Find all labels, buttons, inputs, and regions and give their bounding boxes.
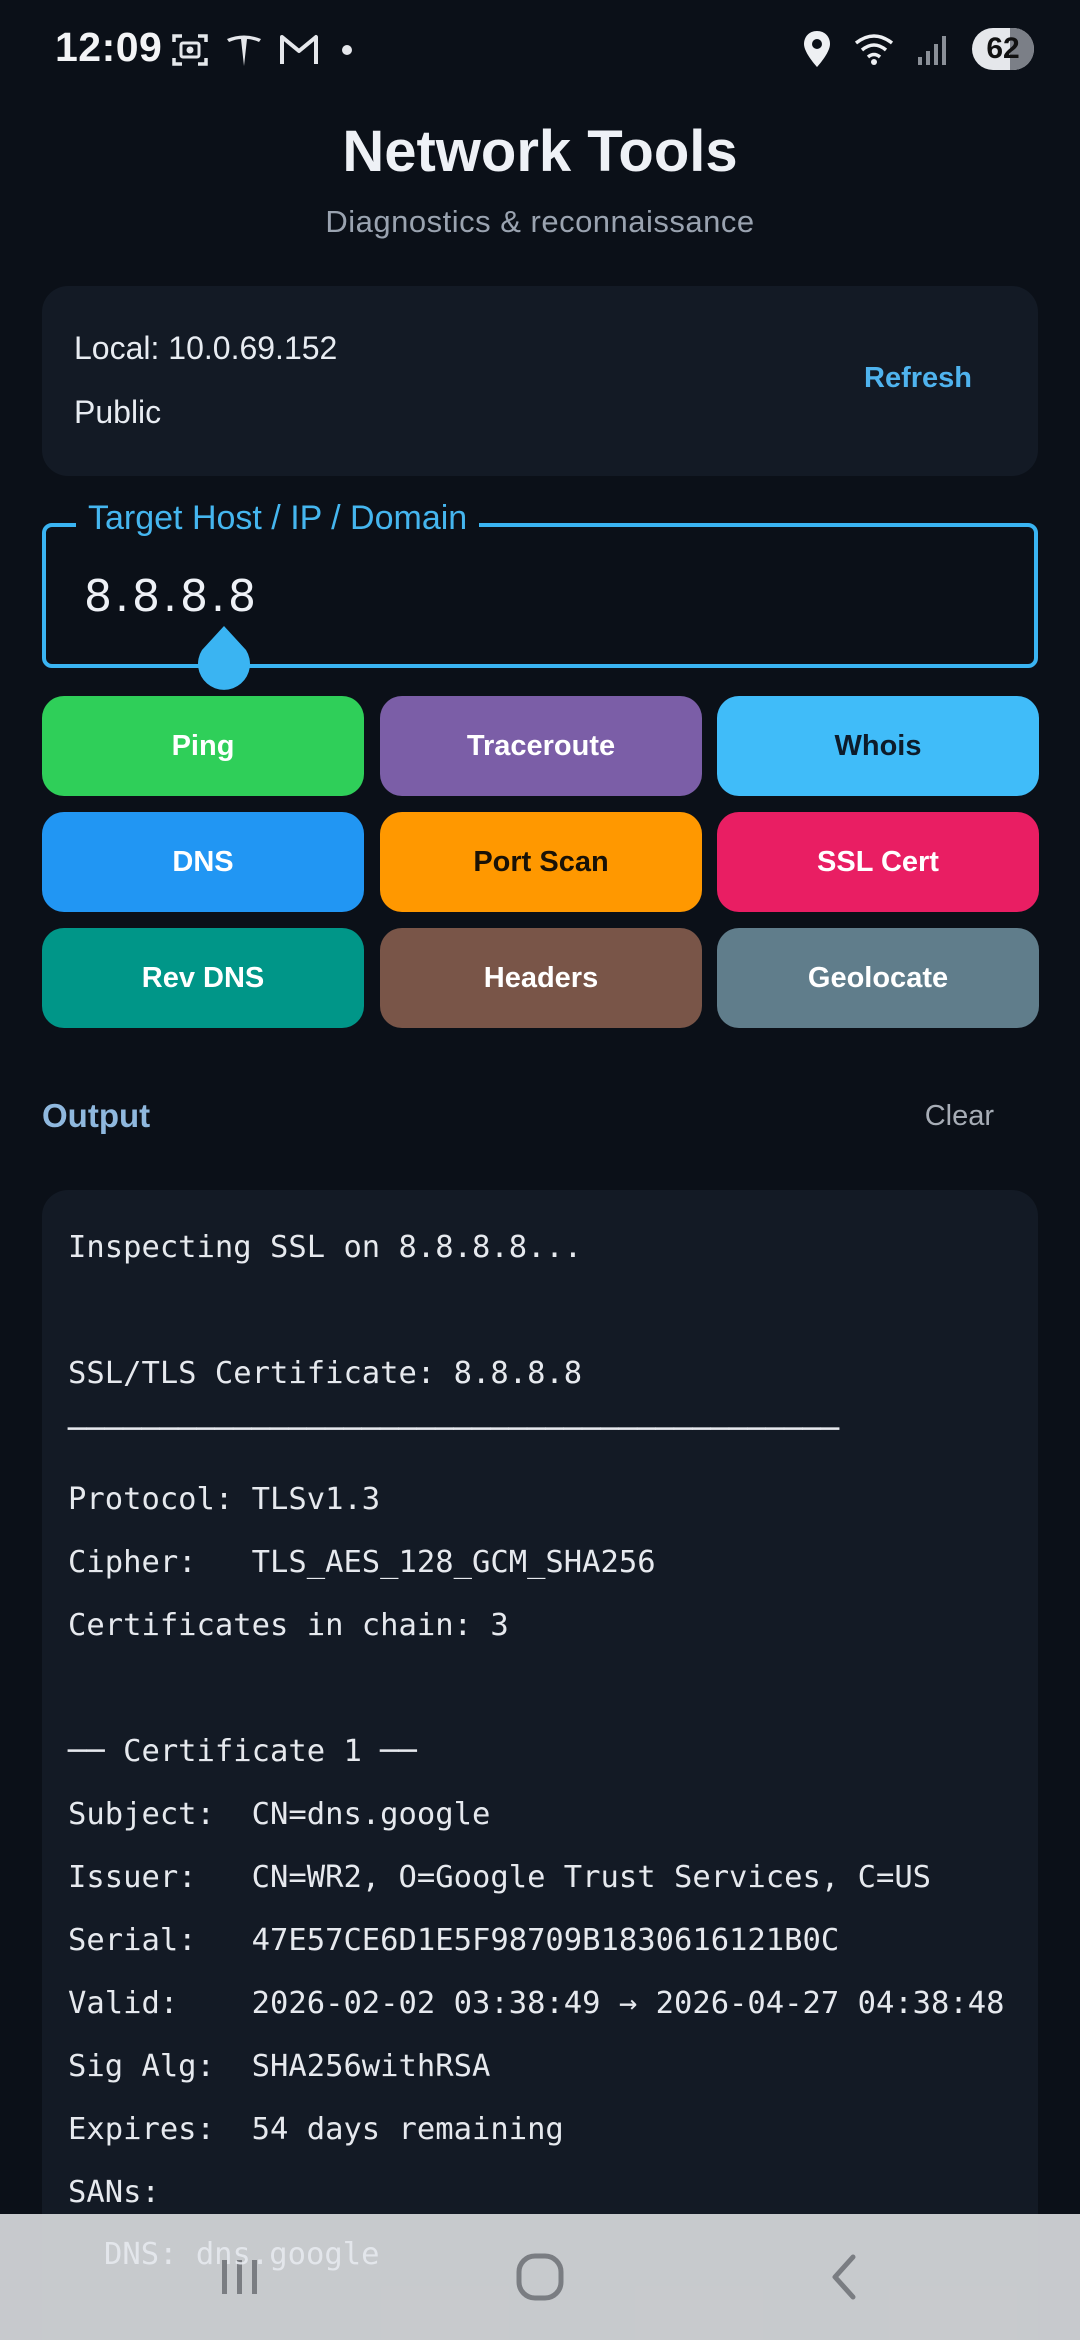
home-button[interactable] [460,2214,620,2340]
geolocate-button[interactable]: Geolocate [717,928,1039,1028]
battery-level: 62 [986,32,1020,65]
gmail-icon [280,35,318,64]
output-line: Expires: 54 days remaining [68,2112,564,2147]
screenshot-icon [172,34,208,66]
back-icon [832,2254,856,2300]
output-line: Issuer: CN=WR2, O=Google Trust Services,… [68,1860,932,1895]
status-time: 12:09 [55,24,163,70]
output-divider: ────────────────────────────────────────… [68,1412,840,1447]
target-input-value[interactable]: 8.8.8.8 [84,571,259,622]
screen: 12:09 62 Network Tools Diagnostics & rec… [0,0,1080,2340]
output-line: Valid: 2026-02-02 03:38:49 → 2026-04-27 … [68,1986,1005,2021]
tesla-icon [227,35,261,66]
page-subtitle: Diagnostics & reconnaissance [325,204,755,239]
port-scan-button[interactable]: Port Scan [380,812,702,912]
battery-icon: 62 [972,28,1034,70]
notification-dot [342,45,352,55]
system-icons: 62 [802,28,1034,70]
navigation-bar [0,2214,1080,2340]
output-line: Subject: CN=dns.google [68,1797,491,1832]
dns-button[interactable]: DNS [42,812,364,912]
output-line: Inspecting SSL on 8.8.8.8... [68,1230,583,1265]
output-line: Cipher: TLS_AES_128_GCM_SHA256 [68,1545,656,1580]
output-panel[interactable]: Inspecting SSL on 8.8.8.8... SSL/TLS Cer… [42,1190,1038,2340]
back-button[interactable] [765,2214,925,2340]
ip-info-card: Local: 10.0.69.152 Public Refresh [42,286,1038,476]
output-line: Serial: 47E57CE6D1E5F98709B1830616121B0C [68,1923,840,1958]
ssl-cert-button[interactable]: SSL Cert [717,812,1039,912]
status-bar: 12:09 62 [0,0,1080,100]
refresh-button[interactable]: Refresh [864,362,972,395]
output-line: Sig Alg: SHA256withRSA [68,2049,491,2084]
location-icon [804,31,830,67]
output-line: SSL/TLS Certificate: 8.8.8.8 [68,1356,583,1391]
output-line: Protocol: TLSv1.3 [68,1482,381,1517]
page-title: Network Tools [342,119,738,184]
output-line: Certificates in chain: 3 [68,1608,509,1643]
headers-button[interactable]: Headers [380,928,702,1028]
clear-button[interactable]: Clear [925,1100,994,1133]
ping-button[interactable]: Ping [42,696,364,796]
signal-icon [918,36,946,65]
output-line: SANs: [68,2175,160,2210]
output-heading: Output [42,1097,151,1134]
text-cursor-handle-icon[interactable] [155,626,295,696]
rev-dns-button[interactable]: Rev DNS [42,928,364,1028]
whois-button[interactable]: Whois [717,696,1039,796]
output-line: ── Certificate 1 ── [68,1734,417,1769]
public-ip: Public [74,394,162,430]
home-icon [516,2253,564,2301]
wifi-icon [854,34,894,65]
output-line-overlap: DNS: dns.google [104,2237,380,2272]
local-ip: Local: 10.0.69.152 [74,330,338,366]
recents-button[interactable] [160,2214,320,2340]
traceroute-button[interactable]: Traceroute [380,696,702,796]
notification-icons [170,30,352,70]
target-input-label: Target Host / IP / Domain [76,499,480,538]
